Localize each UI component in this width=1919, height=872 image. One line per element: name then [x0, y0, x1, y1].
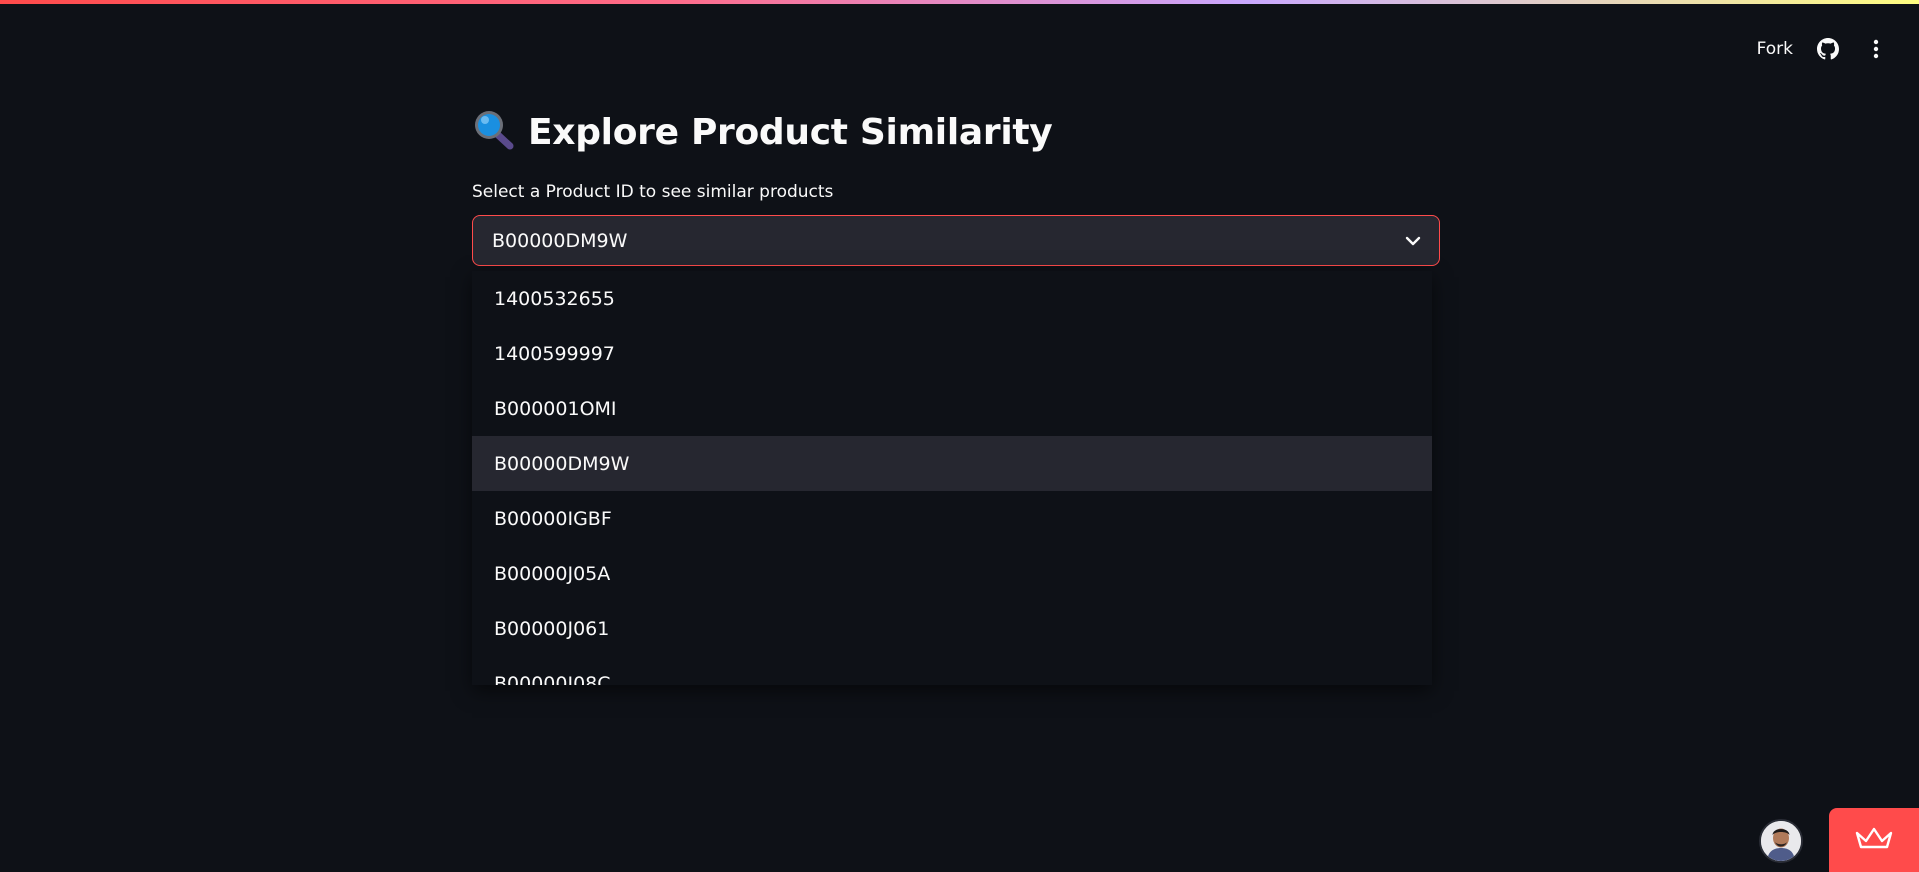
- main-content: Explore Product Similarity Select a Prod…: [472, 104, 1440, 685]
- dropdown-option[interactable]: B00000J05A: [472, 546, 1432, 601]
- crown-icon: [1854, 826, 1894, 854]
- avatar[interactable]: [1759, 819, 1803, 863]
- github-icon[interactable]: [1815, 36, 1841, 62]
- select-label: Select a Product ID to see similar produ…: [472, 182, 834, 202]
- dropdown-option-selected[interactable]: B00000DM9W: [472, 436, 1432, 491]
- select-current-value: B00000DM9W: [492, 229, 628, 252]
- page-title-row: Explore Product Similarity: [472, 104, 1440, 160]
- dropdown-option[interactable]: B00000IGBF: [472, 491, 1432, 546]
- app-toolbar: Fork: [1757, 36, 1889, 62]
- chevron-down-icon[interactable]: [1405, 231, 1421, 250]
- dropdown-option[interactable]: B000001OMI: [472, 381, 1432, 436]
- product-id-select[interactable]: B00000DM9W: [472, 215, 1440, 266]
- magnifying-glass-icon: [472, 109, 514, 155]
- dropdown-option[interactable]: B00000J061: [472, 601, 1432, 656]
- fork-button[interactable]: Fork: [1757, 39, 1793, 59]
- select-dropdown-list[interactable]: 1400532655 1400599997 B000001OMI B00000D…: [472, 271, 1432, 685]
- dropdown-option[interactable]: B00000J08C: [472, 656, 1432, 686]
- more-vertical-icon[interactable]: [1863, 36, 1889, 62]
- page-title: Explore Product Similarity: [528, 111, 1053, 153]
- dropdown-option[interactable]: 1400599997: [472, 326, 1432, 381]
- dropdown-option[interactable]: 1400532655: [472, 271, 1432, 326]
- streamlit-badge[interactable]: [1829, 808, 1919, 872]
- top-accent-stripe: [0, 0, 1919, 4]
